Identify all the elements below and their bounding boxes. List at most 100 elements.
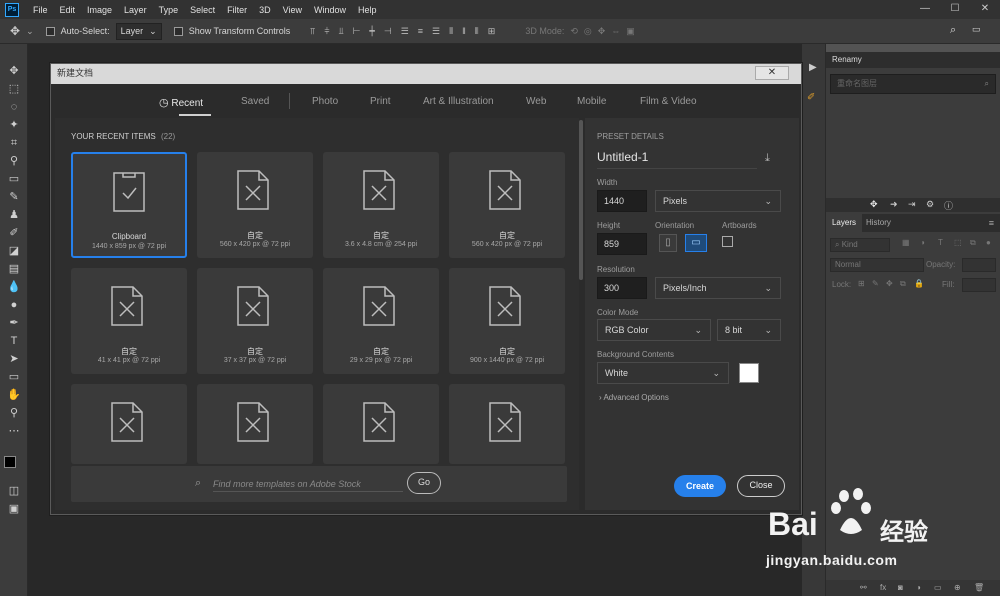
history-brush-icon[interactable]: ✐ [6,226,22,240]
rectangle-tool-icon[interactable]: ▭ [6,370,22,384]
menu-select[interactable]: Select [184,5,221,15]
move-icon[interactable]: ✥ [870,199,878,210]
more-tools-icon[interactable]: ⋯ [6,424,22,438]
portrait-orientation-icon[interactable]: ▯ [659,234,677,252]
lock-brush-icon[interactable]: ✎ [872,279,879,288]
shape-filter-icon[interactable]: ⬚ [954,238,962,247]
resolution-input[interactable]: 300 [597,277,647,299]
distribute-right-icon[interactable]: ⦀ [475,26,479,37]
maximize-button[interactable]: ☐ [940,0,970,19]
pen-tool-icon[interactable]: ✒ [6,316,22,330]
lasso-tool-icon[interactable]: ◌ [6,100,22,114]
clone-stamp-icon[interactable]: ♟ [6,208,22,222]
recent-item-card[interactable]: 自定 29 x 29 px @ 72 ppi [323,268,439,374]
adjustment-filter-icon[interactable]: ◑ [920,238,925,247]
advanced-options-toggle[interactable]: › Advanced Options [599,393,669,402]
panel-menu-icon[interactable]: ≡ [989,214,994,232]
menu-type[interactable]: Type [153,5,185,15]
workspace-icon[interactable]: ▭ [972,24,981,35]
healing-brush-icon[interactable]: ▭ [6,172,22,186]
recent-items-scrollbar[interactable] [579,120,583,280]
type-tool-icon[interactable]: T [6,334,22,348]
arrow-right-icon[interactable]: ➜ [890,199,898,210]
artboards-checkbox[interactable] [722,236,733,247]
menu-layer[interactable]: Layer [118,5,153,15]
distribute-bottom-icon[interactable]: ☰ [432,26,440,37]
pixel-filter-icon[interactable]: ▦ [902,238,910,247]
tab-history[interactable]: History [866,214,891,232]
type-filter-icon[interactable]: T [938,238,943,247]
align-bottom-icon[interactable]: ⫫ [339,26,344,37]
width-unit-dropdown[interactable]: Pixels ⌄ [655,190,781,212]
save-preset-icon[interactable]: ⤓ [765,152,770,165]
recent-item-card[interactable]: 自定 900 x 1440 px @ 72 ppi [449,268,565,374]
distribute-left-icon[interactable]: ⦀ [449,26,453,37]
3d-scale-icon[interactable]: ▣ [626,26,635,37]
trash-icon[interactable]: 🗑 [974,583,984,592]
recent-item-card[interactable]: 自定 3.6 x 4.8 cm @ 254 ppi [323,152,439,258]
quick-mask-icon[interactable]: ◫ [6,484,22,498]
go-button[interactable]: Go [407,472,441,494]
marquee-tool-icon[interactable]: ⬚ [6,82,22,96]
align-middle-icon[interactable]: ⫩ [324,26,329,37]
stock-search-input[interactable]: Find more templates on Adobe Stock [213,479,403,492]
menu-edit[interactable]: Edit [54,5,82,15]
3d-roll-icon[interactable]: ◎ [584,26,592,37]
move-tool-icon[interactable]: ✥ [6,64,22,78]
menu-file[interactable]: File [27,5,54,15]
recent-item-card[interactable]: Clipboard 1440 x 859 px @ 72 ppi [71,152,187,258]
3d-slide-icon[interactable]: ⇔ [611,26,620,36]
menu-filter[interactable]: Filter [221,5,253,15]
close-window-button[interactable]: ✕ [970,0,1000,19]
chevron-down-icon[interactable]: ⌄ [26,26,34,37]
tab-art-illustration[interactable]: Art & Illustration [423,96,494,107]
info-icon[interactable]: ⓘ [944,199,953,212]
rename-input[interactable]: 重命名图层 ⌕ [830,74,996,94]
eraser-icon[interactable]: ◪ [6,244,22,258]
create-button[interactable]: Create [674,475,726,497]
blend-mode-dropdown[interactable]: Normal [830,258,924,272]
magic-wand-icon[interactable]: ✦ [6,118,22,132]
tab-recent[interactable]: ◷ Recent [159,96,203,109]
dodge-tool-icon[interactable]: ● [6,298,22,312]
opacity-input[interactable] [962,258,996,272]
recent-item-card[interactable] [449,384,565,464]
3d-rotate-icon[interactable]: ⟲ [570,26,578,37]
background-color-swatch[interactable] [739,363,759,383]
gear-icon[interactable]: ⚙ [926,199,934,210]
distribute-center-icon[interactable]: ‖ [462,26,466,37]
plugin-icon[interactable]: ✐ [807,92,815,103]
lock-icon[interactable]: 🔒 [914,279,924,288]
auto-align-icon[interactable]: ⊞ [488,26,496,37]
zoom-tool-icon[interactable]: ⚲ [6,406,22,420]
menu-3d[interactable]: 3D [253,5,277,15]
distribute-top-icon[interactable]: ☰ [401,26,409,37]
tab-photo[interactable]: Photo [312,96,338,107]
crop-tool-icon[interactable]: ⌗ [6,136,22,150]
background-dropdown[interactable]: White ⌄ [597,362,729,384]
blur-tool-icon[interactable]: 💧 [6,280,22,294]
color-mode-dropdown[interactable]: RGB Color ⌄ [597,319,711,341]
recent-item-card[interactable] [71,384,187,464]
gradient-tool-icon[interactable]: ▤ [6,262,22,276]
eyedropper-icon[interactable]: ⚲ [6,154,22,168]
recent-item-card[interactable] [323,384,439,464]
lock-artboard-icon[interactable]: ⧉ [900,279,906,289]
filter-toggle-icon[interactable]: ● [986,238,991,247]
tab-film-video[interactable]: Film & Video [640,96,697,107]
bit-depth-dropdown[interactable]: 8 bit ⌄ [717,319,781,341]
align-left-icon[interactable]: ⊢ [353,26,361,37]
document-name-input[interactable]: Untitled-1 [597,150,757,169]
align-top-icon[interactable]: ⫪ [310,26,315,37]
show-transform-checkbox[interactable] [173,26,183,36]
path-selection-icon[interactable]: ➤ [6,352,22,366]
tab-web[interactable]: Web [526,96,546,107]
fill-input[interactable] [962,278,996,292]
layer-kind-dropdown[interactable]: ⌕ Kind [830,238,890,252]
search-icon[interactable]: ⌕ [950,24,956,37]
dialog-close-button[interactable]: ✕ [755,66,789,80]
width-input[interactable]: 1440 [597,190,647,212]
menu-window[interactable]: Window [308,5,352,15]
recent-item-card[interactable]: 自定 37 x 37 px @ 72 ppi [197,268,313,374]
auto-select-target-dropdown[interactable]: Layer ⌄ [115,22,162,40]
